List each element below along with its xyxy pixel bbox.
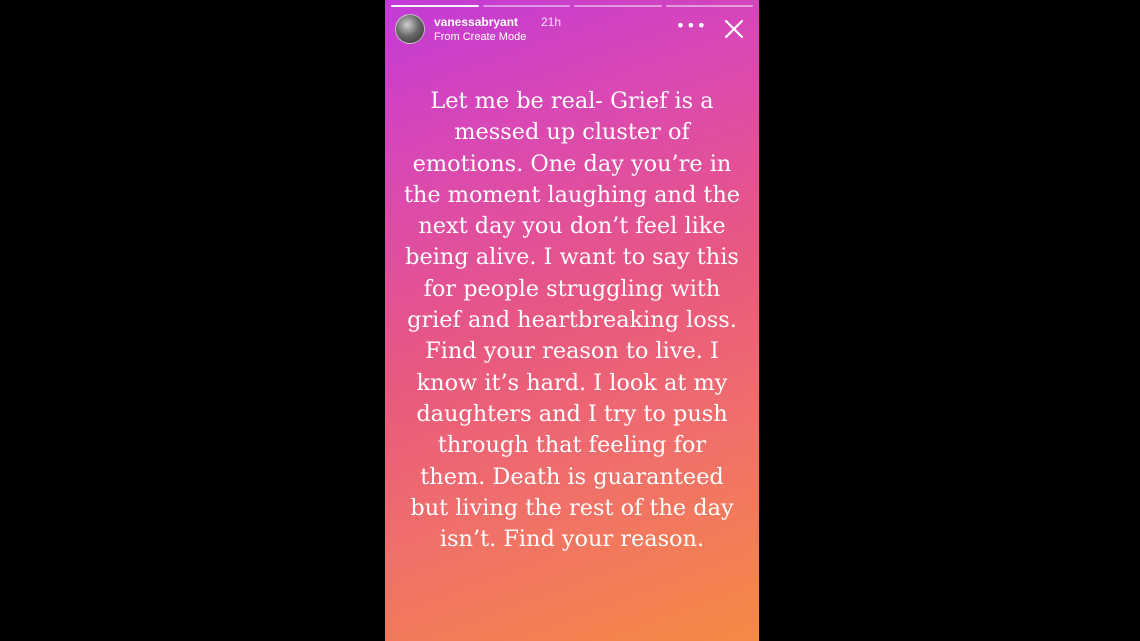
story-timestamp: 21h (541, 15, 562, 29)
close-icon[interactable] (723, 18, 745, 40)
story-progress-bar (391, 5, 753, 7)
avatar[interactable] (395, 14, 425, 44)
progress-segment (665, 5, 753, 7)
create-mode-label: From Create Mode (434, 31, 527, 43)
progress-segment (391, 5, 479, 7)
username-link[interactable]: vanessabryant (434, 15, 518, 29)
story-viewer[interactable]: vanessabryant 21h From Create Mode ••• L… (385, 0, 759, 641)
story-header: vanessabryant 21h From Create Mode ••• (395, 14, 751, 46)
story-text: Let me be real- Grief is a messed up clu… (403, 88, 741, 553)
progress-segment (574, 5, 662, 7)
progress-segment (482, 5, 570, 7)
more-horizontal-icon[interactable]: ••• (676, 16, 707, 36)
